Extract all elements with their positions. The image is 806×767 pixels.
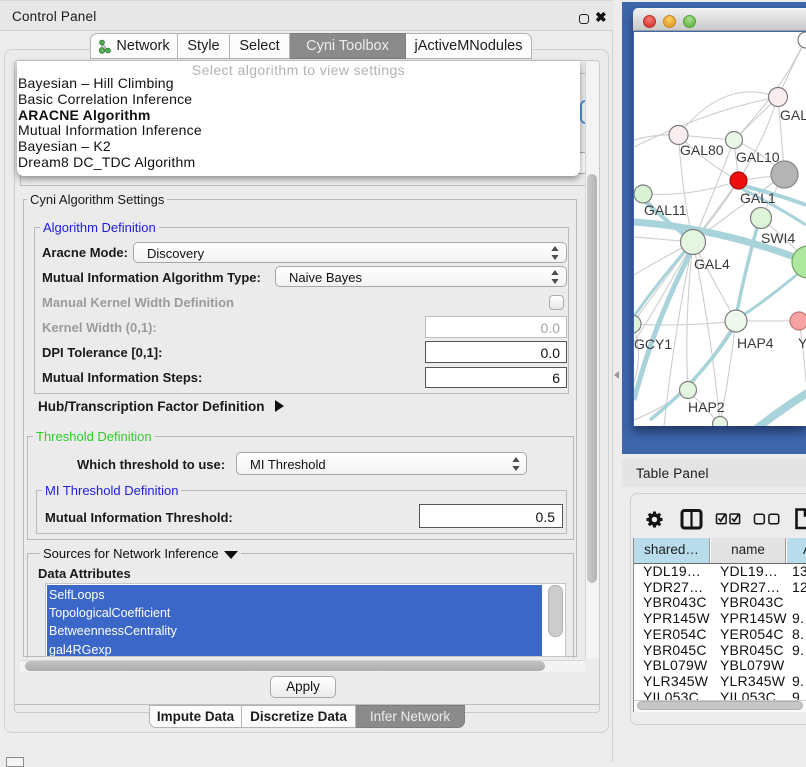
- svg-text:SWI4: SWI4: [761, 230, 795, 246]
- svg-text:GAL4: GAL4: [694, 256, 730, 272]
- svg-text:GAL10: GAL10: [736, 149, 780, 165]
- svg-text:GAL11: GAL11: [644, 202, 687, 218]
- svg-text:YD: YD: [798, 335, 806, 351]
- svg-text:GAL2: GAL2: [780, 107, 806, 123]
- svg-text:GAL1: GAL1: [740, 190, 776, 206]
- svg-text:HAP2: HAP2: [688, 399, 725, 415]
- svg-text:GCY1: GCY1: [634, 336, 672, 352]
- svg-text:GAL80: GAL80: [680, 142, 724, 158]
- svg-text:HAP4: HAP4: [737, 335, 774, 351]
